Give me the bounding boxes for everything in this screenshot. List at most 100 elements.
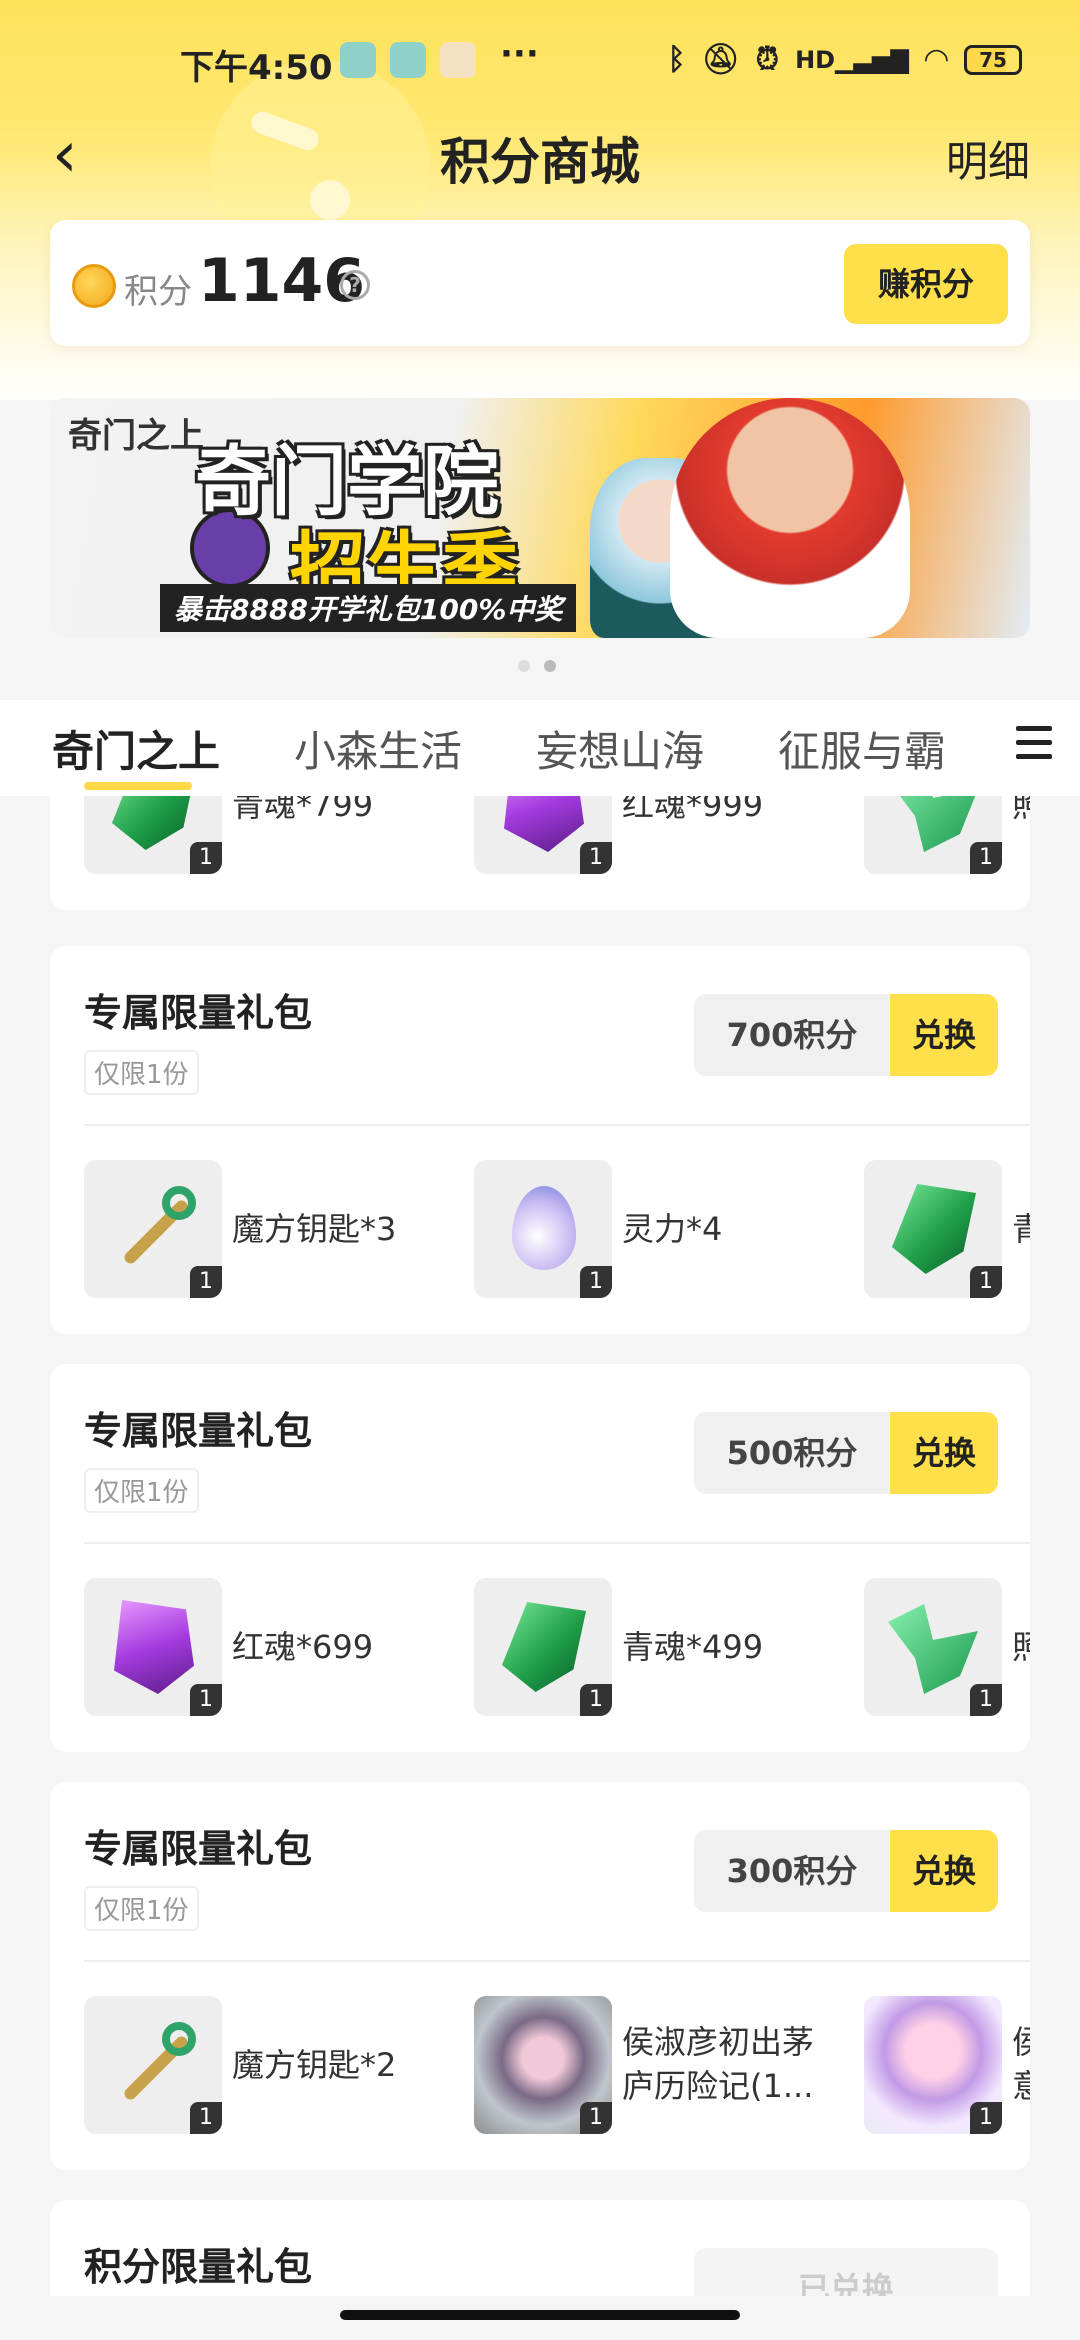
card-title: 积分限量礼包 — [84, 2245, 313, 2289]
item-quantity: 1 — [970, 842, 1002, 874]
list-item[interactable]: 1 魔方钥匙*3 — [84, 1160, 396, 1300]
spirit-drop-icon — [512, 1186, 576, 1270]
green-gem-icon — [892, 1184, 976, 1274]
gift-list[interactable]: 1 青魂*799 1 红魂*999 1 照 专属限量礼包 仅限1份 700积分 … — [0, 796, 1080, 2296]
banner-hero-art — [670, 398, 910, 638]
menu-icon[interactable] — [1016, 726, 1052, 766]
green-gem-icon — [112, 796, 196, 850]
card-title: 专属限量礼包 — [84, 1827, 313, 1871]
list-item[interactable]: 1 照 — [864, 1578, 1030, 1718]
gift-card: 积分限量礼包 已兑换 — [50, 2200, 1030, 2296]
item-name: 红魂*699 — [232, 1628, 374, 1666]
list-item[interactable]: 1 侯淑彦初出茅庐历险记(1... — [474, 1996, 834, 2136]
green-shards-icon — [888, 796, 978, 852]
item-name: 青 — [1012, 1210, 1030, 1248]
game-logo: 奇门之上 — [68, 416, 204, 456]
gift-card: 专属限量礼包 仅限1份 300积分 兑换 1 魔方钥匙*2 1 侯淑彦初出茅庐历… — [50, 1782, 1030, 2170]
price-exchange-button[interactable]: 500积分 兑换 — [694, 1412, 998, 1494]
key-icon — [104, 2016, 204, 2116]
item-quantity: 1 — [580, 842, 612, 874]
tab-wangxiang[interactable]: 妄想山海 — [536, 718, 704, 779]
battery-icon: 75 — [964, 44, 1022, 75]
exchange-button[interactable]: 兑换 — [890, 1412, 998, 1494]
limit-badge: 仅限1份 — [84, 1050, 199, 1095]
status-bar: 下午4:50 ··· ᛒ 🔕︎ ⏰︎ HD▁▃▅▇ ◠ 75 — [0, 30, 1080, 94]
item-name: 侯淑彦初出茅庐历险记(1... — [622, 2023, 815, 2105]
list-item[interactable]: 1 青 — [864, 1160, 1030, 1300]
list-item[interactable]: 1 红魂*699 — [84, 1578, 373, 1718]
list-item[interactable]: 1 照 — [864, 796, 1030, 876]
list-item[interactable]: 1 侯意 — [864, 1996, 1030, 2136]
item-name: 照 — [1012, 1628, 1030, 1666]
shield-app-icon — [390, 42, 426, 78]
bluetooth-icon: ᛒ — [667, 42, 686, 77]
exchange-button[interactable]: 兑换 — [890, 994, 998, 1076]
item-quantity: 1 — [580, 2102, 612, 2134]
list-item[interactable]: 1 青魂*799 — [84, 796, 373, 876]
item-quantity: 1 — [970, 1684, 1002, 1716]
key-icon — [104, 1180, 204, 1280]
item-quantity: 1 — [970, 2102, 1002, 2134]
promo-banner[interactable]: 奇门之上 奇门学院 招生季 暴击8888开学礼包100%中奖 — [50, 398, 1030, 638]
item-name: 魔方钥匙*3 — [232, 1210, 397, 1248]
tabs-fade — [950, 700, 1010, 796]
active-tab-indicator — [84, 782, 192, 790]
tab-qimen[interactable]: 奇门之上 — [52, 718, 220, 779]
detail-link[interactable]: 明细 — [946, 128, 1030, 189]
alarm-icon: ⏰︎ — [755, 42, 780, 77]
item-name: 侯意 — [1012, 2023, 1030, 2105]
banner-slogan: 暴击8888开学礼包100%中奖 — [160, 584, 577, 632]
game-tabs: 奇门之上 小森生活 妄想山海 征服与霸 — [0, 700, 1080, 796]
item-name: 红魂*999 — [622, 796, 764, 824]
item-quantity: 1 — [190, 2102, 222, 2134]
list-item[interactable]: 1 红魂*999 — [474, 796, 763, 876]
points-cost: 300积分 — [694, 1830, 890, 1912]
card-title: 专属限量礼包 — [84, 1409, 313, 1453]
green-shards-icon — [888, 1604, 978, 1694]
item-quantity: 1 — [970, 1266, 1002, 1298]
divider — [84, 1960, 1030, 1962]
signal-icon: HD▁▃▅▇ — [795, 45, 909, 74]
list-item[interactable]: 1 青魂*499 — [474, 1578, 763, 1718]
points-cost: 700积分 — [694, 994, 890, 1076]
exchanged-label: 已兑换 — [694, 2248, 998, 2296]
exchange-button[interactable]: 兑换 — [890, 1830, 998, 1912]
points-cost: 500积分 — [694, 1412, 890, 1494]
item-quantity: 1 — [190, 842, 222, 874]
divider — [84, 1124, 1030, 1126]
item-quantity: 1 — [580, 1684, 612, 1716]
help-icon[interactable]: ? — [340, 270, 370, 300]
list-item[interactable]: 1 魔方钥匙*2 — [84, 1996, 396, 2136]
exchanged-button: 已兑换 — [694, 2248, 998, 2296]
gift-card: 专属限量礼包 仅限1份 700积分 兑换 1 魔方钥匙*3 1 灵力*4 1 青 — [50, 946, 1030, 1334]
price-exchange-button[interactable]: 700积分 兑换 — [694, 994, 998, 1076]
card-title: 专属限量礼包 — [84, 991, 313, 1035]
page-title: 积分商城 — [440, 133, 640, 191]
status-icons: ᛒ 🔕︎ ⏰︎ HD▁▃▅▇ ◠ 75 — [668, 42, 1022, 77]
earn-points-button[interactable]: 赚积分 — [844, 244, 1008, 324]
divider — [84, 1542, 1030, 1544]
tab-xiaosen[interactable]: 小森生活 — [294, 718, 462, 779]
item-quantity: 1 — [190, 1684, 222, 1716]
item-name: 魔方钥匙*2 — [232, 2046, 397, 2084]
banner-pagination — [518, 660, 556, 672]
item-name: 灵力*4 — [622, 1210, 723, 1248]
mute-icon: 🔕︎ — [701, 42, 740, 77]
chat-app-icon — [440, 42, 476, 78]
wifi-icon: ◠ — [924, 42, 948, 77]
home-indicator[interactable] — [340, 2310, 740, 2320]
shield-app-icon — [340, 42, 376, 78]
purple-gem-icon — [504, 796, 584, 852]
nav-bar: ‹ 积分商城 明细 — [0, 110, 1080, 200]
price-exchange-button[interactable]: 300积分 兑换 — [694, 1830, 998, 1912]
coin-icon — [72, 264, 116, 308]
tab-zhengfu[interactable]: 征服与霸 — [778, 718, 946, 779]
more-notifications-icon: ··· — [500, 34, 539, 74]
item-name: 照 — [1012, 796, 1030, 824]
item-name: 青魂*499 — [622, 1628, 764, 1666]
limit-badge: 仅限1份 — [84, 1468, 199, 1513]
limit-badge: 仅限1份 — [84, 1886, 199, 1931]
item-quantity: 1 — [580, 1266, 612, 1298]
pagination-dot — [518, 660, 530, 672]
list-item[interactable]: 1 灵力*4 — [474, 1160, 734, 1300]
